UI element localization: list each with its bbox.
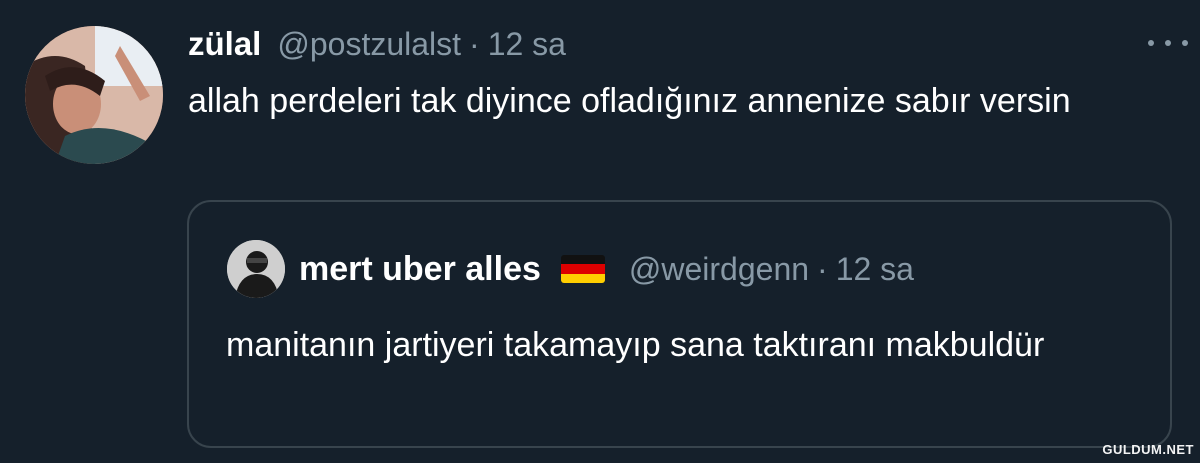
quoted-avatar-photo: [227, 240, 285, 298]
tweet[interactable]: zülal @postzulalst · 12 sa allah perdele…: [0, 0, 1200, 463]
display-name[interactable]: zülal: [188, 25, 261, 63]
quoted-separator-dot: ·: [817, 250, 828, 287]
timestamp[interactable]: 12 sa: [488, 26, 566, 63]
user-handle[interactable]: @postzulalst: [277, 26, 461, 63]
quoted-user-handle[interactable]: @weirdgenn: [629, 251, 809, 288]
tweet-header: zülal @postzulalst · 12 sa: [188, 22, 566, 66]
separator-dot: ·: [469, 25, 480, 62]
quoted-tweet-text: manitanın jartiyeri takamayıp sana taktı…: [226, 326, 1045, 364]
tweet-text: allah perdeleri tak diyince ofladığınız …: [188, 82, 1071, 120]
avatar-photo: [25, 26, 163, 164]
quoted-tweet[interactable]: mert uber alles @weirdgenn · 12 sa manit…: [187, 200, 1172, 448]
watermark: GULDUM.NET: [1102, 442, 1194, 457]
quoted-timestamp[interactable]: 12 sa: [836, 251, 914, 288]
avatar[interactable]: [25, 26, 163, 164]
quoted-header: mert uber alles @weirdgenn · 12 sa: [299, 247, 914, 291]
quoted-display-name[interactable]: mert uber alles: [299, 250, 541, 289]
germany-flag-icon: [560, 255, 605, 283]
more-horizontal-icon[interactable]: [1148, 37, 1188, 49]
quoted-avatar[interactable]: [227, 240, 285, 298]
